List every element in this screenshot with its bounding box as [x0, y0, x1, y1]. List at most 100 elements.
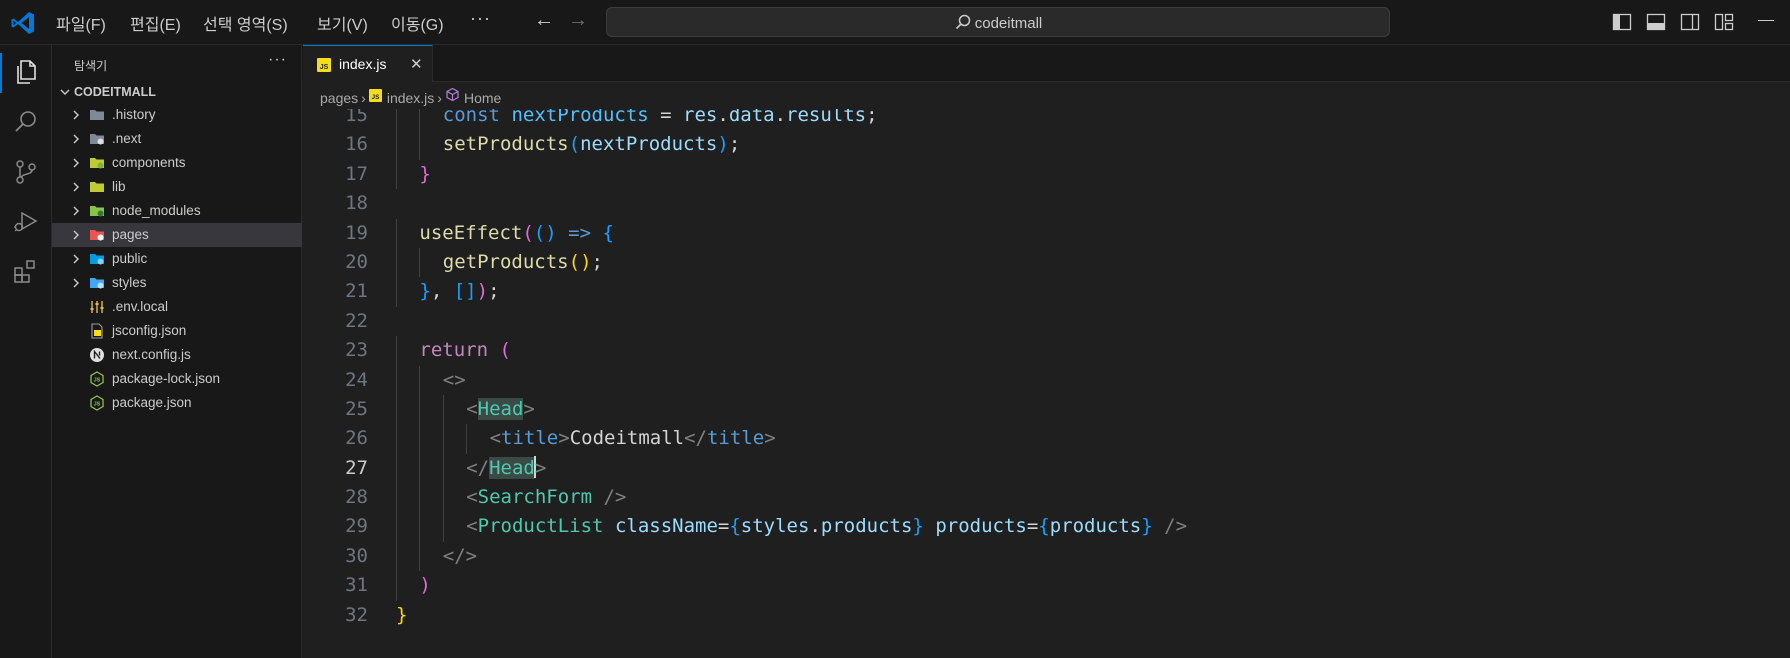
code-line: 22 — [302, 307, 1790, 336]
code-token: </ — [466, 456, 490, 479]
indent-guide — [396, 365, 397, 395]
breadcrumb-item-pages[interactable]: pages — [320, 90, 358, 106]
code-token: . — [809, 515, 821, 538]
toggle-panel-icon[interactable] — [1645, 11, 1667, 33]
code-text: } — [419, 160, 430, 189]
tree-folder-item[interactable]: public — [52, 247, 302, 271]
code-line: 31) — [302, 571, 1790, 601]
tree-item-label: jsconfig.json — [112, 323, 187, 338]
code-token: < — [466, 397, 478, 420]
indent-guide — [466, 424, 468, 454]
tree-item-label: node_modules — [112, 203, 201, 218]
code-token: { — [602, 221, 614, 244]
vscode-logo-icon — [11, 12, 34, 34]
chevron-right-icon: › — [361, 90, 366, 107]
back-arrow-icon[interactable]: ← — [534, 9, 554, 32]
javascript-file-icon: JS — [368, 89, 382, 102]
code-token: getProducts — [442, 250, 569, 273]
indent-guide — [419, 483, 421, 513]
code-token: . — [717, 109, 729, 126]
line-number: 25 — [345, 397, 368, 420]
line-number: 19 — [345, 221, 368, 244]
code-token: ) — [717, 133, 729, 156]
tree-folder-item[interactable]: components — [52, 151, 302, 175]
menu-more-button[interactable]: ··· — [470, 8, 491, 29]
extensions-icon[interactable] — [11, 257, 41, 287]
menu-go[interactable]: 이동(G) — [391, 11, 444, 35]
code-token: ; — [866, 109, 878, 126]
code-token: = — [717, 515, 730, 538]
menu-file[interactable]: 파일(F) — [56, 11, 106, 35]
breadcrumb-item-symbol[interactable]: Home — [464, 90, 501, 106]
line-number: 20 — [345, 250, 368, 273]
tree-folder-item[interactable]: styles — [52, 271, 302, 295]
tab-index-js[interactable]: JS index.js ✕ — [303, 45, 433, 82]
source-control-icon[interactable] — [11, 157, 41, 187]
code-token: > — [764, 427, 776, 450]
workspace-folder-header[interactable]: CODEITMALL — [52, 81, 302, 103]
tree-file-item[interactable]: .env.local — [52, 295, 302, 319]
indent-guide — [396, 109, 397, 131]
indent-guide — [396, 277, 397, 307]
tree-folder-item[interactable]: .next — [52, 127, 302, 151]
indent-guide — [442, 453, 444, 484]
chevron-right-icon — [73, 230, 79, 240]
indent-guide — [442, 394, 444, 425]
tree-item-label: .history — [112, 107, 156, 122]
customize-layout-icon[interactable] — [1713, 11, 1735, 33]
nextjs-icon — [90, 348, 104, 362]
indent-guide — [396, 541, 397, 572]
code-line: 27 </Head> — [302, 453, 1790, 484]
tree-folder-item[interactable]: .history — [52, 103, 302, 127]
svg-text:JS: JS — [94, 402, 101, 408]
explorer-files-icon[interactable] — [11, 57, 41, 87]
tree-file-item[interactable]: next.config.js — [52, 343, 302, 367]
search-view-icon[interactable] — [11, 107, 41, 137]
chevron-right-icon — [73, 278, 79, 288]
indent-guide — [396, 483, 397, 513]
tree-file-item[interactable]: JS package-lock.json — [52, 367, 302, 391]
run-and-debug-icon[interactable] — [11, 207, 41, 237]
toggle-primary-sidebar-icon[interactable] — [1611, 11, 1633, 33]
breadcrumb-item-file[interactable]: index.js — [387, 90, 434, 106]
symbol-method-icon — [446, 87, 459, 102]
code-text: ) — [419, 571, 430, 600]
code-line: 17} — [302, 159, 1790, 190]
minimize-window-icon[interactable] — [1758, 20, 1774, 21]
indent-guide — [396, 247, 397, 278]
menu-selection[interactable]: 선택 영역(S) — [203, 11, 288, 35]
indent-guide — [396, 571, 397, 601]
tree-folder-item[interactable]: pages — [52, 223, 302, 247]
chevron-right-icon — [73, 182, 79, 192]
toggle-secondary-sidebar-icon[interactable] — [1679, 11, 1701, 33]
code-line: 32} — [302, 601, 1790, 630]
close-tab-icon[interactable]: ✕ — [410, 55, 423, 73]
code-token: > — [558, 427, 570, 450]
code-token: results — [786, 109, 867, 126]
code-token: > — [534, 456, 547, 479]
code-token: < — [466, 486, 478, 509]
tree-file-item[interactable]: JS package.json — [52, 391, 302, 415]
indent-guide — [442, 483, 444, 513]
tree-folder-item[interactable]: lib — [52, 175, 302, 199]
code-line: 15 const nextProducts = res.data.results; — [302, 109, 1790, 131]
indent-guide — [419, 247, 421, 278]
chevron-right-icon — [73, 206, 79, 216]
code-token: Codeitmall — [569, 427, 685, 450]
tree-folder-item[interactable]: node_modules — [52, 199, 302, 223]
tree-file-item[interactable]: jsconfig.json — [52, 319, 302, 343]
forward-arrow-icon[interactable]: → — [568, 9, 588, 32]
explorer-more-actions-button[interactable]: ··· — [268, 51, 287, 69]
menu-view[interactable]: 보기(V) — [317, 11, 368, 35]
tab-label: index.js — [339, 56, 387, 72]
code-token: } — [912, 515, 924, 538]
code-editor[interactable]: 15 const nextProducts = res.data.results;… — [302, 109, 1790, 658]
menu-edit[interactable]: 편집(E) — [130, 11, 181, 35]
code-text: setProducts(nextProducts); — [443, 130, 740, 159]
chevron-down-icon — [60, 89, 70, 95]
command-center-search[interactable]: codeitmall — [606, 7, 1390, 37]
code-token: title — [706, 427, 765, 450]
